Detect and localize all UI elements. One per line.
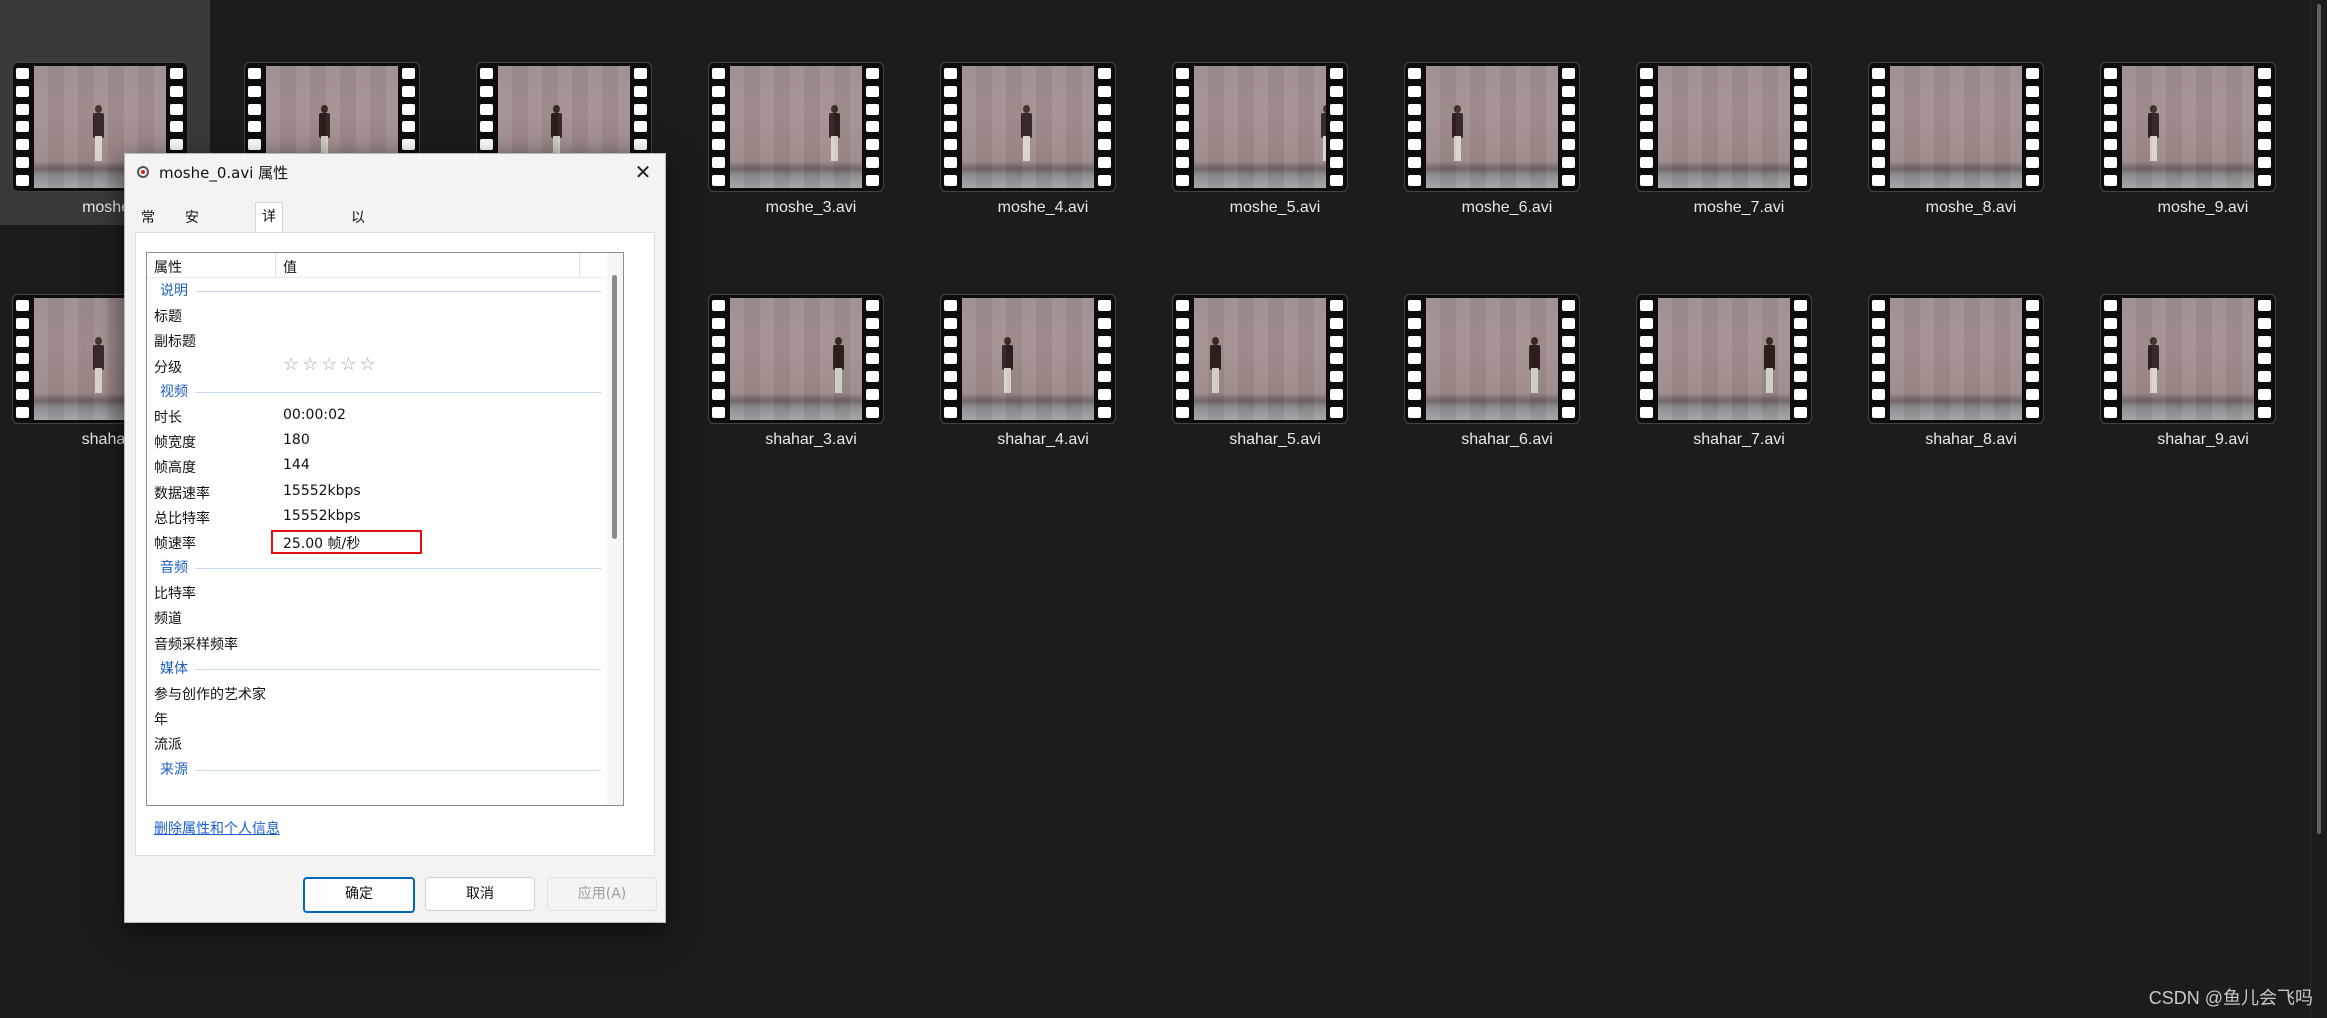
video-thumbnail [1404,294,1580,424]
group-video: 视频 [147,378,605,403]
file-name: shahar_4.avi [997,431,1089,448]
video-thumbnail [1868,294,2044,424]
file-tile[interactable]: moshe_3.avi [696,0,906,225]
tab-previous-versions[interactable]: 以前的版本 [345,206,371,322]
video-thumbnail [1868,62,2044,192]
file-tile[interactable]: moshe_8.avi [1856,0,2066,225]
file-tile[interactable]: moshe_4.avi [928,0,1138,225]
file-tile[interactable]: moshe_7.avi [1624,0,1834,225]
ok-button[interactable]: 确定 [303,877,415,913]
cancel-button[interactable]: 取消 [425,877,535,911]
video-thumbnail [1404,62,1580,192]
file-tile[interactable]: shahar_3.avi [696,232,906,457]
group-description: 说明 [147,277,605,302]
file-tile[interactable]: moshe_6.avi [1392,0,1602,225]
file-tile[interactable]: shahar_8.avi [1856,232,2066,457]
file-tile[interactable]: shahar_7.avi [1624,232,1834,457]
list-item[interactable]: 帧宽度 180 [147,428,605,453]
video-thumbnail [708,294,884,424]
video-file-icon [137,166,149,178]
file-name: moshe_7.avi [1693,199,1785,216]
list-item[interactable]: 频道 [147,604,605,629]
list-item[interactable]: 时长 00:00:02 [147,403,605,428]
file-tile[interactable]: shahar_4.avi [928,232,1138,457]
list-item[interactable]: 参与创作的艺术家 [147,680,605,705]
dialog-title: moshe_0.avi 属性 [159,164,289,182]
video-thumbnail [1636,294,1812,424]
list-item[interactable]: 比特率 [147,579,605,604]
file-tile[interactable]: shahar_5.avi [1160,232,1370,457]
video-thumbnail [1172,62,1348,192]
file-name: shahar_5.avi [1229,431,1321,448]
property-list[interactable]: 属性 值 说明 标题 副标题 分级 ☆☆☆☆☆ 视频 时长 00:00:02 帧宽度… [146,252,624,806]
highlight-box [271,529,422,554]
file-name: shahar_7.avi [1693,431,1785,448]
video-thumbnail [1172,294,1348,424]
remove-properties-link[interactable]: 删除属性和个人信息 [154,818,280,838]
list-header: 属性 值 [147,253,605,278]
window-scrollbar[interactable] [2310,0,2327,1018]
group-media: 媒体 [147,655,605,680]
list-item[interactable]: 分级 ☆☆☆☆☆ [147,353,605,378]
watermark: CSDN @鱼儿会飞吗 [2148,988,2313,1008]
video-thumbnail [2100,62,2276,192]
dialog-titlebar[interactable]: moshe_0.avi 属性 ✕ [125,154,665,190]
file-tile[interactable]: moshe_9.avi [2088,0,2298,225]
close-icon[interactable]: ✕ [629,158,657,186]
group-audio: 音频 [147,554,605,579]
tab-security[interactable]: 安全 [179,206,205,250]
list-item[interactable]: 总比特率 15552kbps [147,504,605,529]
video-thumbnail [940,62,1116,192]
file-name: shahar_8.avi [1925,431,2017,448]
file-name: moshe_9.avi [2157,199,2249,216]
file-tile[interactable]: shahar_9.avi [2088,232,2298,457]
file-name: moshe_5.avi [1229,199,1321,216]
rating-stars[interactable]: ☆☆☆☆☆ [283,354,379,375]
video-thumbnail [2100,294,2276,424]
list-scrollbar[interactable] [607,253,623,805]
video-thumbnail [708,62,884,192]
list-item[interactable]: 数据速率 15552kbps [147,479,605,504]
list-item[interactable]: 帧高度 144 [147,453,605,478]
column-property[interactable]: 属性 [154,257,182,277]
file-name: moshe_6.avi [1461,199,1553,216]
file-name: shahar_9.avi [2157,431,2249,448]
video-thumbnail [1636,62,1812,192]
file-name: shahar_6.avi [1461,431,1553,448]
file-name: moshe_8.avi [1925,199,2017,216]
file-name: shahar_3.avi [765,431,857,448]
properties-dialog: moshe_0.avi 属性 ✕ 常规 安全 详细信息 以前的版本 属性 值 说… [124,153,666,923]
list-item-framerate[interactable]: 帧速率 25.00 帧/秒 [147,529,605,554]
group-origin: 来源 [147,756,605,781]
list-item[interactable]: 流派 [147,730,605,755]
video-thumbnail [940,294,1116,424]
list-item[interactable]: 年 [147,705,605,730]
apply-button[interactable]: 应用(A) [547,877,657,911]
list-item[interactable]: 音频采样频率 [147,630,605,655]
file-name: moshe_4.avi [997,199,1089,216]
file-tile[interactable]: shahar_6.avi [1392,232,1602,457]
file-name: moshe_3.avi [765,199,857,216]
list-item[interactable]: 标题 [147,302,605,327]
file-tile[interactable]: moshe_5.avi [1160,0,1370,225]
list-item[interactable]: 副标题 [147,327,605,352]
column-value[interactable]: 值 [283,257,297,277]
tab-general[interactable]: 常规 [135,206,161,250]
tab-details[interactable]: 详细信息 [255,202,283,309]
